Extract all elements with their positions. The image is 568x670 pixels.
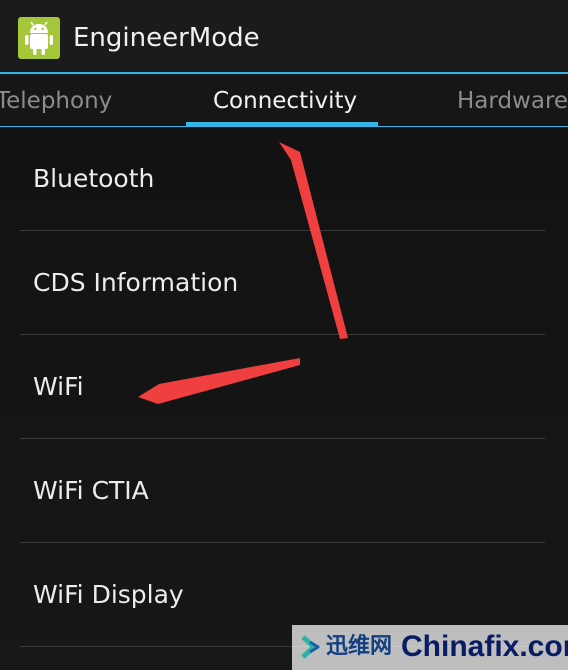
menu-item-label: WiFi (33, 372, 84, 401)
menu-item-bluetooth[interactable]: Bluetooth (0, 127, 568, 231)
watermark-logo-text: 迅维网 (326, 634, 393, 659)
android-icon[interactable] (18, 17, 60, 59)
connectivity-menu-list[interactable]: Bluetooth CDS Information WiFi WiFi CTIA… (0, 127, 568, 670)
menu-item-label: WiFi CTIA (33, 476, 149, 505)
watermark: 迅维网 Chinafix.com (292, 625, 568, 670)
menu-item-label: WiFi Display (33, 580, 184, 609)
tab-connectivity[interactable]: Connectivity (213, 86, 357, 116)
action-bar: EngineerMode (0, 0, 568, 72)
tab-telephony[interactable]: Telephony (0, 86, 112, 116)
tab-bar: Telephony Connectivity Hardware (0, 74, 568, 126)
menu-item-cds-information[interactable]: CDS Information (0, 231, 568, 335)
watermark-site: Chinafix.com (401, 630, 568, 663)
tab-hardware[interactable]: Hardware (457, 86, 568, 116)
watermark-logo-icon (301, 635, 320, 659)
menu-item-label: Bluetooth (33, 164, 155, 193)
android-icon-graphic (25, 21, 53, 55)
menu-item-wifi[interactable]: WiFi (0, 335, 568, 439)
app-title: EngineerMode (73, 23, 260, 53)
menu-item-label: CDS Information (33, 268, 239, 297)
menu-item-wifi-ctia[interactable]: WiFi CTIA (0, 439, 568, 543)
